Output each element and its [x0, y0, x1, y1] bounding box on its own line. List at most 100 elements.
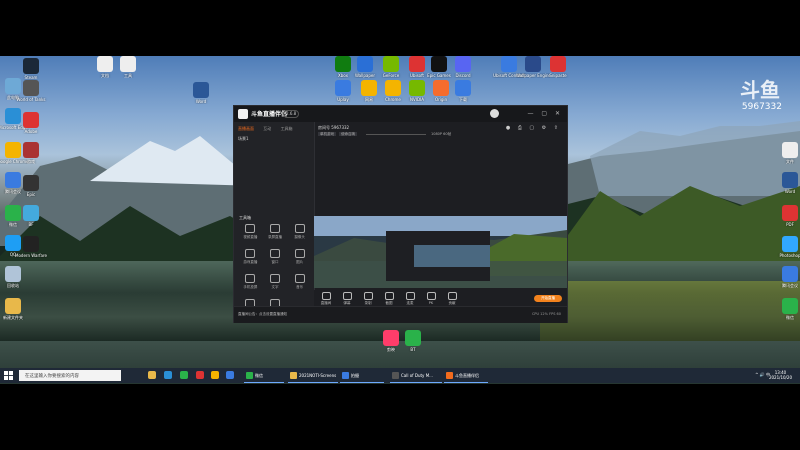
windows-start-icon[interactable] [4, 371, 13, 380]
store-icon[interactable] [180, 371, 188, 379]
app-pin-icon[interactable] [226, 371, 234, 379]
desktop-icon[interactable]: Modern Warfare [14, 236, 48, 258]
task-label: 拍摄 [351, 373, 359, 378]
app-icon [455, 56, 471, 72]
preview-canvas[interactable] [314, 216, 567, 288]
bottom-toolbar-button[interactable]: 直播间 [316, 290, 336, 306]
tool-item[interactable]: 手机投屏 [238, 274, 263, 290]
desktop-icon-label: 工具 [124, 73, 132, 78]
bottom-toolbar-button[interactable]: 录制 [358, 290, 378, 306]
avatar[interactable] [490, 109, 499, 118]
bottom-toolbar-button[interactable]: 贡献 [442, 290, 462, 306]
desktop-icon[interactable]: 新建文件夹 [0, 298, 30, 320]
tool-item[interactable]: 图片 [287, 249, 312, 265]
taskbar-task[interactable]: Call of Duty M... [390, 369, 442, 383]
task-icon [446, 372, 453, 379]
desktop-icon[interactable]: 文件 [773, 142, 800, 164]
desktop-icon[interactable]: World of Tanks [14, 80, 48, 102]
app-titlebar[interactable]: 斗鱼直播伴侣 2.6.8 — ▢ ✕ [234, 106, 567, 122]
desktop-icon-label: 腾讯会议 [782, 283, 798, 288]
chrome-icon[interactable] [211, 371, 219, 379]
bottom-toolbar-button[interactable]: PK [421, 290, 441, 305]
app-icon [361, 80, 377, 96]
tab-toolbox[interactable]: 工具箱 [281, 126, 293, 131]
desktop-icon[interactable]: 回收站 [0, 266, 30, 288]
app-icon [782, 266, 798, 282]
desktop-icon[interactable]: Steam [14, 58, 48, 80]
desktop-icon[interactable]: 下载 [446, 80, 480, 102]
tool-item[interactable]: 摄像头 [287, 224, 312, 240]
desktop-icon-label: Epic [26, 192, 36, 197]
app-icon [23, 236, 39, 252]
taskbar: 在这里输入你要搜索的内容 微信 2021NOTI-Screens 拍摄 Call of… [0, 368, 800, 383]
taskbar-search-input[interactable]: 在这里输入你要搜索的内容 [19, 370, 121, 381]
tab-interact[interactable]: 互动 [263, 126, 271, 131]
bottom-toolbar-button[interactable]: 连麦 [400, 290, 420, 306]
desktop-icon[interactable]: Word [184, 82, 218, 104]
header-controls[interactable]: ● ⎙ ▢ ⚙ ⇪ [506, 125, 561, 131]
taskbar-task[interactable]: 2021NOTI-Screens [288, 369, 338, 383]
bottom-toolbar-button[interactable]: 截图 [379, 290, 399, 306]
app-icon [431, 56, 447, 72]
desktop-icon-label: Adobe [24, 129, 38, 134]
desktop-icon-label: 回收站 [7, 283, 19, 288]
room-tag[interactable]: 单机游戏 [318, 132, 336, 136]
tool-item[interactable]: 文字 [263, 274, 288, 290]
app-icon [120, 56, 136, 72]
desktop-icon[interactable]: PDF [773, 205, 800, 227]
bottom-toolbar-button[interactable]: 弹幕 [337, 290, 357, 306]
panel-tabs: 直播画面 互动 工具箱 [238, 126, 301, 132]
tool-item[interactable]: 音乐 [287, 274, 312, 290]
toolbar-icon [321, 292, 331, 300]
desktop-icon[interactable]: Discord [446, 56, 480, 78]
desktop-icon-label: 文件 [786, 159, 794, 164]
app-icon [385, 80, 401, 96]
tool-label: 手机投屏 [243, 285, 258, 289]
scene-item[interactable]: 场景1 [238, 136, 249, 142]
preview-header: 房间号 5967332 单机游戏 使命召唤 1080P 60帧 ● ⎙ ▢ ⚙ … [316, 123, 565, 137]
clock[interactable]: 13:40 2021/10/20 [769, 370, 792, 380]
desktop-icon-label: Photoshop [779, 253, 800, 258]
desktop-icon[interactable]: 微信 [773, 298, 800, 320]
start-live-button[interactable]: 开始直播 [534, 295, 562, 302]
app-pin-icon[interactable] [196, 371, 204, 379]
volume-slider[interactable] [366, 134, 426, 135]
desktop-icon[interactable]: 腾讯会议 [773, 266, 800, 288]
taskbar-task[interactable]: 拍摄 [340, 369, 384, 383]
notice-text[interactable]: 直播间公告：点击设置直播通知 [238, 312, 287, 317]
streaming-app-window: 斗鱼直播伴侣 2.6.8 — ▢ ✕ 直播画面 互动 工具箱 场景1 工具箱 视… [233, 105, 568, 323]
tool-item[interactable]: 游戏直播 [238, 249, 263, 265]
edge-icon[interactable] [164, 371, 172, 379]
room-tag[interactable]: 使命召唤 [339, 132, 358, 136]
tool-icon [245, 274, 256, 283]
desktop-icon[interactable]: 工具 [111, 56, 145, 78]
desktop-icon[interactable]: Photoshop [773, 236, 800, 258]
left-panel: 直播画面 互动 工具箱 场景1 工具箱 视频直播 录屏直播 摄像头游戏直播 窗口 图片手… [234, 122, 315, 314]
bottom-toolbar: 开始直播 直播间 弹幕 录制 截图 连麦 PK 贡献 [314, 290, 567, 306]
tool-label: 录屏直播 [267, 235, 282, 239]
taskbar-task[interactable]: 斗鱼直播伴侣 [444, 369, 488, 383]
desktop-icon[interactable]: Epic [14, 175, 48, 197]
task-label: 斗鱼直播伴侣 [455, 373, 479, 378]
window-controls[interactable]: — ▢ ✕ [527, 110, 563, 117]
tool-item[interactable]: 视频直播 [238, 224, 263, 240]
tab-live-view[interactable]: 直播画面 [238, 126, 254, 131]
system-tray[interactable]: ^ 🔊 中 [755, 372, 770, 378]
taskbar-task[interactable]: 微信 [244, 369, 284, 383]
tool-label: 图片 [296, 260, 304, 264]
app-icon [357, 56, 373, 72]
tool-icon [294, 274, 305, 283]
file-explorer-icon[interactable] [148, 371, 156, 379]
desktop-icon[interactable]: Word [773, 172, 800, 194]
desktop-icon[interactable]: BT [396, 330, 430, 352]
tool-item[interactable]: 录屏直播 [263, 224, 288, 240]
desktop-icon[interactable]: Adobe [14, 112, 48, 134]
desktop-icon[interactable]: 游戏 [14, 142, 48, 164]
tool-item[interactable]: 窗口 [263, 249, 288, 265]
app-icon [335, 80, 351, 96]
app-icon [23, 205, 39, 221]
toolbar-icon [384, 292, 394, 300]
desktop-icon[interactable]: Snipaste [541, 56, 575, 78]
tools-grid: 视频直播录屏直播摄像头游戏直播窗口图片手机投屏文字音乐美颜分屏 [238, 224, 312, 315]
desktop-icon[interactable]: BF [14, 205, 48, 227]
